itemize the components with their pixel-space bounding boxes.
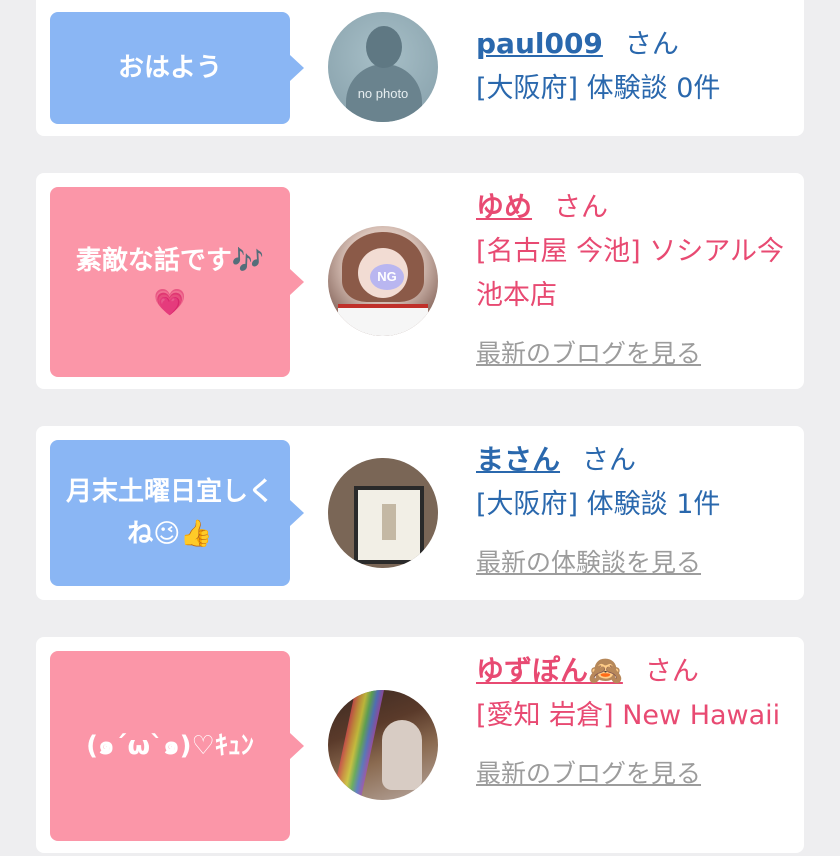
- user-name-link[interactable]: まさん: [476, 443, 560, 476]
- message-text: 月末土曜日宜しくね😉👍: [65, 477, 274, 549]
- avatar-shirt: [338, 304, 428, 336]
- latest-blog-link[interactable]: 最新のブログを見る: [476, 752, 796, 796]
- avatar[interactable]: [328, 690, 438, 800]
- rainbow-stripe: [330, 690, 386, 800]
- honorific: さん: [624, 29, 679, 60]
- message-bubble: おはよう: [50, 12, 304, 124]
- package-image: [354, 486, 424, 564]
- message-text: おはよう: [117, 53, 222, 83]
- name-line: まさん さん: [476, 438, 796, 483]
- user-name-link[interactable]: ゆめ: [476, 190, 532, 223]
- latest-review-link[interactable]: 最新の体験談を見る: [476, 541, 796, 585]
- post-card: おはよう no photo paul009 さん [大阪府] 体験談 0件: [36, 0, 804, 136]
- user-info: まさん さん [大阪府] 体験談 1件 最新の体験談を見る: [476, 438, 796, 585]
- user-detail: [大阪府] 体験談 0件: [476, 73, 721, 104]
- name-line: ゆめ さん: [476, 185, 796, 230]
- user-detail: [愛知 岩倉] New Hawaii: [476, 700, 781, 731]
- ng-stamp-icon: NG: [370, 264, 404, 290]
- user-detail: [名古屋 今池] ソシアル今池本店: [476, 236, 784, 311]
- avatar[interactable]: [328, 458, 438, 568]
- message-bubble: (๑´ω`๑)♡ｷｭﾝ: [50, 651, 304, 841]
- message-text: (๑´ω`๑)♡ｷｭﾝ: [86, 731, 254, 761]
- silhouette-head-icon: [366, 26, 402, 68]
- honorific: さん: [644, 656, 699, 687]
- honorific: さん: [554, 192, 609, 223]
- user-detail: [大阪府] 体験談 1件: [476, 489, 721, 520]
- post-card: 素敵な話です🎶💗 NG ゆめ さん [名古屋 今池] ソシアル今池本店 最新のブロ…: [36, 173, 804, 389]
- post-card: 月末土曜日宜しくね😉👍 まさん さん [大阪府] 体験談 1件 最新の体験談を見る: [36, 426, 804, 600]
- name-line: paul009 さん: [476, 22, 796, 67]
- message-bubble: 素敵な話です🎶💗: [50, 187, 304, 377]
- honorific: さん: [582, 445, 637, 476]
- user-name-link[interactable]: paul009: [476, 27, 603, 60]
- name-line: ゆずぽん🙈 さん: [476, 649, 796, 694]
- user-info: ゆめ さん [名古屋 今池] ソシアル今池本店 最新のブログを見る: [476, 185, 796, 376]
- avatar[interactable]: no photo: [328, 12, 438, 122]
- post-card: (๑´ω`๑)♡ｷｭﾝ ゆずぽん🙈 さん [愛知 岩倉] New Hawaii 最…: [36, 637, 804, 853]
- avatar[interactable]: NG: [328, 226, 438, 336]
- message-text: 素敵な話です🎶💗: [75, 246, 265, 318]
- no-photo-label: no photo: [357, 86, 409, 101]
- latest-blog-link[interactable]: 最新のブログを見る: [476, 332, 796, 376]
- feed: おはよう no photo paul009 さん [大阪府] 体験談 0件 素敵な…: [0, 0, 840, 856]
- user-name-link[interactable]: ゆずぽん🙈: [476, 654, 623, 687]
- user-info: paul009 さん [大阪府] 体験談 0件: [476, 22, 796, 111]
- user-info: ゆずぽん🙈 さん [愛知 岩倉] New Hawaii 最新のブログを見る: [476, 649, 796, 796]
- person-figure: [382, 720, 422, 790]
- message-bubble: 月末土曜日宜しくね😉👍: [50, 440, 304, 586]
